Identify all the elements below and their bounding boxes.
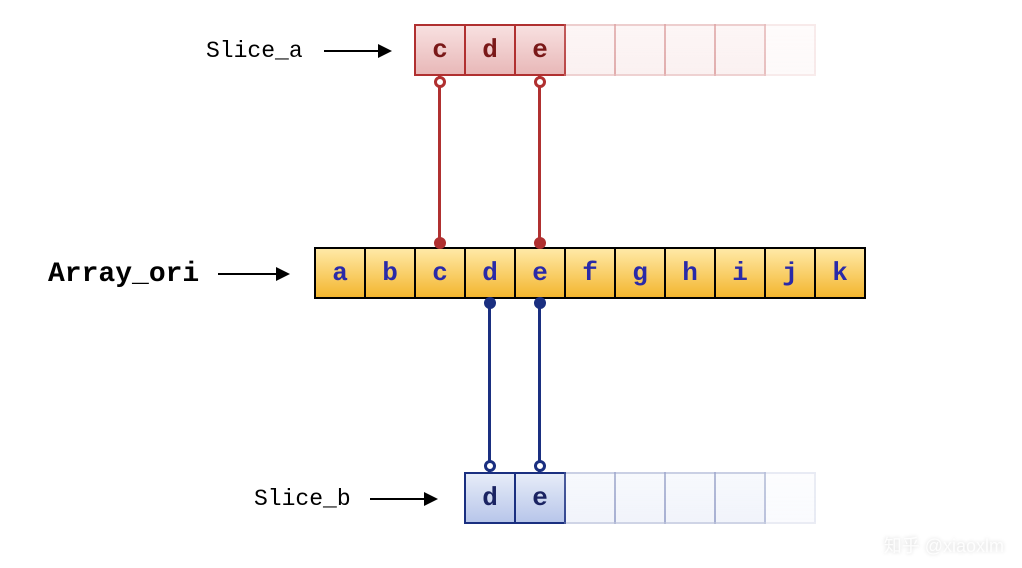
slice-a-capacity-cell: [564, 24, 616, 76]
connector-slice-b-start: [488, 299, 491, 472]
slice-a-row: c d e: [414, 24, 816, 76]
slice-b-capacity-cell: [614, 472, 666, 524]
slice-a-cell: c: [414, 24, 466, 76]
open-dot-icon: [534, 76, 546, 88]
slice-a-cell: d: [464, 24, 516, 76]
array-cell: f: [564, 247, 616, 299]
slice-a-capacity-cell: [714, 24, 766, 76]
array-cell: b: [364, 247, 416, 299]
watermark: 知乎 @xiaoxlm: [884, 532, 1004, 558]
connector-slice-a-end: [538, 76, 541, 247]
filled-dot-icon: [484, 297, 496, 309]
filled-dot-icon: [434, 237, 446, 249]
slice-b-capacity-cell: [714, 472, 766, 524]
slice-a-cell: e: [514, 24, 566, 76]
arrow-to-slice-a: [324, 50, 390, 52]
slice-b-capacity-cell: [564, 472, 616, 524]
array-cell: h: [664, 247, 716, 299]
slice-b-label: Slice_b: [254, 486, 351, 512]
connector-slice-b-end: [538, 299, 541, 472]
slice-b-row: d e: [464, 472, 816, 524]
open-dot-icon: [534, 460, 546, 472]
slice-a-capacity-cell: [764, 24, 816, 76]
array-cell: a: [314, 247, 366, 299]
slice-b-cell: d: [464, 472, 516, 524]
array-cell: j: [764, 247, 816, 299]
arrow-to-array-ori: [218, 273, 288, 275]
connector-slice-a-start: [438, 76, 441, 247]
array-ori-label: Array_ori: [48, 259, 199, 290]
array-cell: d: [464, 247, 516, 299]
open-dot-icon: [434, 76, 446, 88]
array-cell: g: [614, 247, 666, 299]
slice-b-capacity-cell: [664, 472, 716, 524]
filled-dot-icon: [534, 237, 546, 249]
array-cell: i: [714, 247, 766, 299]
array-ori-row: a b c d e f g h i j k: [314, 247, 866, 299]
slice-a-capacity-cell: [664, 24, 716, 76]
array-cell: e: [514, 247, 566, 299]
open-dot-icon: [484, 460, 496, 472]
filled-dot-icon: [534, 297, 546, 309]
slice-a-label: Slice_a: [206, 38, 303, 64]
arrow-to-slice-b: [370, 498, 436, 500]
array-cell: c: [414, 247, 466, 299]
slice-b-capacity-cell: [764, 472, 816, 524]
array-cell: k: [814, 247, 866, 299]
slice-b-cell: e: [514, 472, 566, 524]
slice-a-capacity-cell: [614, 24, 666, 76]
